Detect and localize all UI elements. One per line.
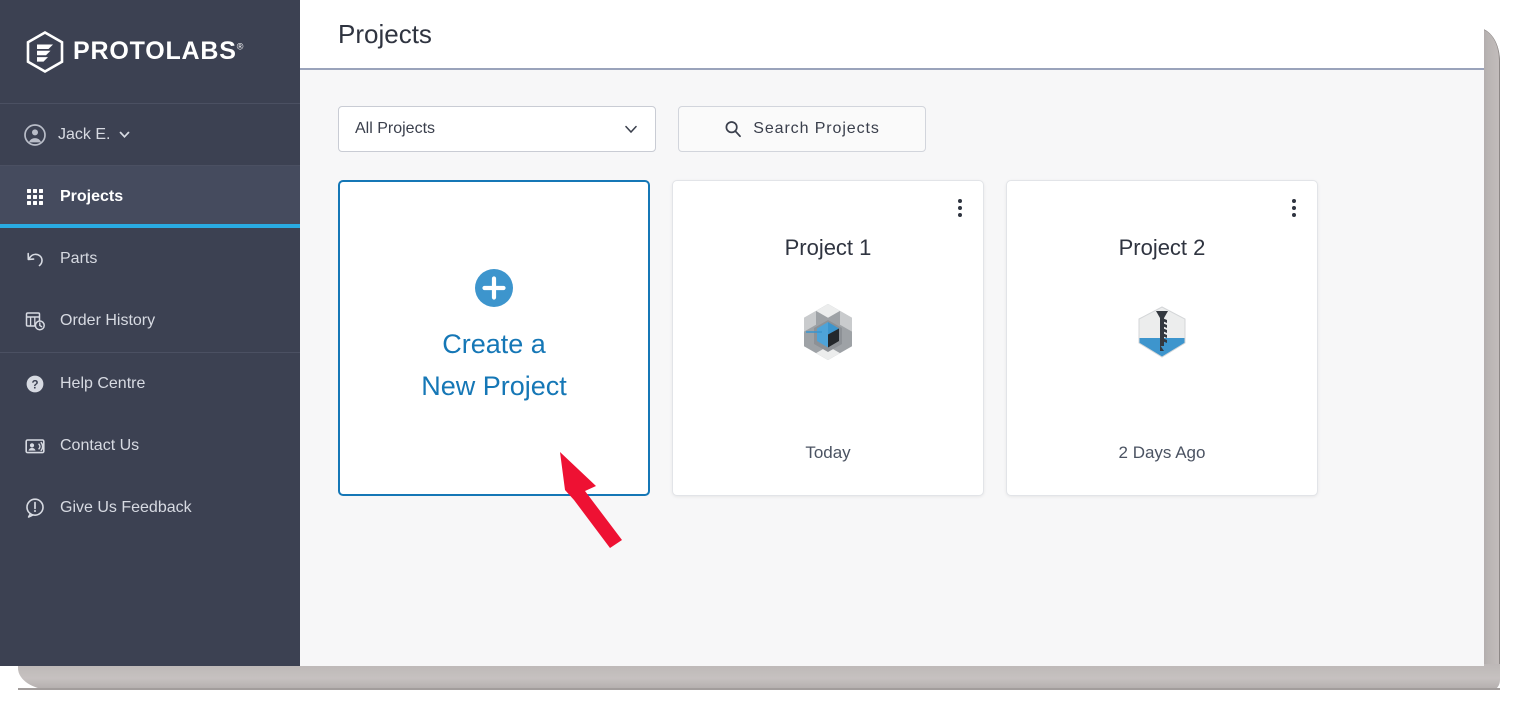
protolabs-hexagon-logo-icon (26, 30, 64, 73)
chevron-down-icon (120, 131, 130, 139)
project-card[interactable]: Project 1 Today (672, 180, 984, 496)
search-projects-label: Search Projects (753, 120, 880, 137)
content-area: All Projects Search Projects Create a Ne… (300, 70, 1484, 666)
screenshot-root: PROTOLABS® Jack E. Projects Parts Order … (0, 0, 1530, 718)
user-name-label: Jack E. (58, 125, 111, 143)
sidebar-item-label: Projects (60, 188, 124, 205)
project-card[interactable]: Project 2 2 Days Ago (1006, 180, 1318, 496)
create-new-project-card[interactable]: Create a New Project (338, 180, 650, 496)
sidebar-item-order-history[interactable]: Order History (0, 290, 300, 352)
sidebar: PROTOLABS® Jack E. Projects Parts Order … (0, 0, 300, 666)
sidebar-item-label: Contact Us (60, 437, 140, 454)
kebab-menu-icon[interactable] (951, 197, 969, 219)
chevron-down-icon (625, 125, 637, 134)
feedback-exclamation-icon (26, 498, 44, 518)
sidebar-item-help-centre[interactable]: ? Help Centre (0, 353, 300, 415)
question-mark-circle-icon: ? (26, 375, 44, 393)
project-date: 2 Days Ago (1118, 443, 1206, 462)
main-content: Projects All Projects Search Projects Cr… (300, 0, 1484, 666)
page-header: Projects (300, 0, 1484, 70)
search-icon (725, 121, 742, 138)
sidebar-item-label: Help Centre (60, 375, 146, 392)
sidebar-item-label: Order History (60, 312, 156, 329)
sidebar-item-projects[interactable]: Projects (0, 166, 300, 228)
project-filter-value: All Projects (355, 120, 436, 137)
window-chrome-bottom-bevel (18, 664, 1500, 690)
grid-apps-icon (27, 189, 43, 205)
user-circle-icon (24, 123, 46, 146)
project-name: Project 2 (1118, 235, 1206, 260)
create-card-line1: Create a (442, 329, 546, 360)
hexagon-blue-cube-icon (804, 304, 852, 360)
order-history-clock-icon (25, 312, 45, 331)
sidebar-item-parts[interactable]: Parts (0, 228, 300, 290)
undo-arrow-icon (27, 252, 43, 267)
sidebar-item-label: Give Us Feedback (60, 499, 192, 516)
hexagon-screw-icon (1138, 306, 1186, 358)
sidebar-nav-primary: Projects Parts Order History (0, 166, 300, 353)
projects-grid: Create a New Project Project 1 Today Pro… (338, 180, 1446, 496)
create-card-line2: New Project (421, 371, 567, 401)
project-name: Project 1 (784, 235, 872, 260)
application-window: PROTOLABS® Jack E. Projects Parts Order … (0, 0, 1484, 666)
svg-text:?: ? (31, 379, 38, 391)
sidebar-item-contact-us[interactable]: Contact Us (0, 415, 300, 477)
project-filter-select[interactable]: All Projects (338, 106, 656, 152)
brand-logo[interactable]: PROTOLABS® (0, 0, 300, 104)
plus-circle-icon (475, 269, 513, 308)
brand-trademark: ® (236, 41, 245, 52)
page-title: Projects (338, 18, 432, 49)
kebab-menu-icon[interactable] (1285, 197, 1303, 219)
project-date: Today (805, 443, 851, 462)
sidebar-item-label: Parts (60, 250, 98, 267)
search-projects-button[interactable]: Search Projects (678, 106, 926, 152)
user-account-menu[interactable]: Jack E. (0, 104, 300, 166)
toolbar: All Projects Search Projects (338, 106, 1446, 152)
sidebar-nav-secondary: ? Help Centre Contact Us Give Us Feedbac… (0, 353, 300, 539)
sidebar-item-give-us-feedback[interactable]: Give Us Feedback (0, 477, 300, 539)
contact-card-icon (25, 439, 45, 454)
brand-name: PROTOLABS® (73, 37, 245, 65)
